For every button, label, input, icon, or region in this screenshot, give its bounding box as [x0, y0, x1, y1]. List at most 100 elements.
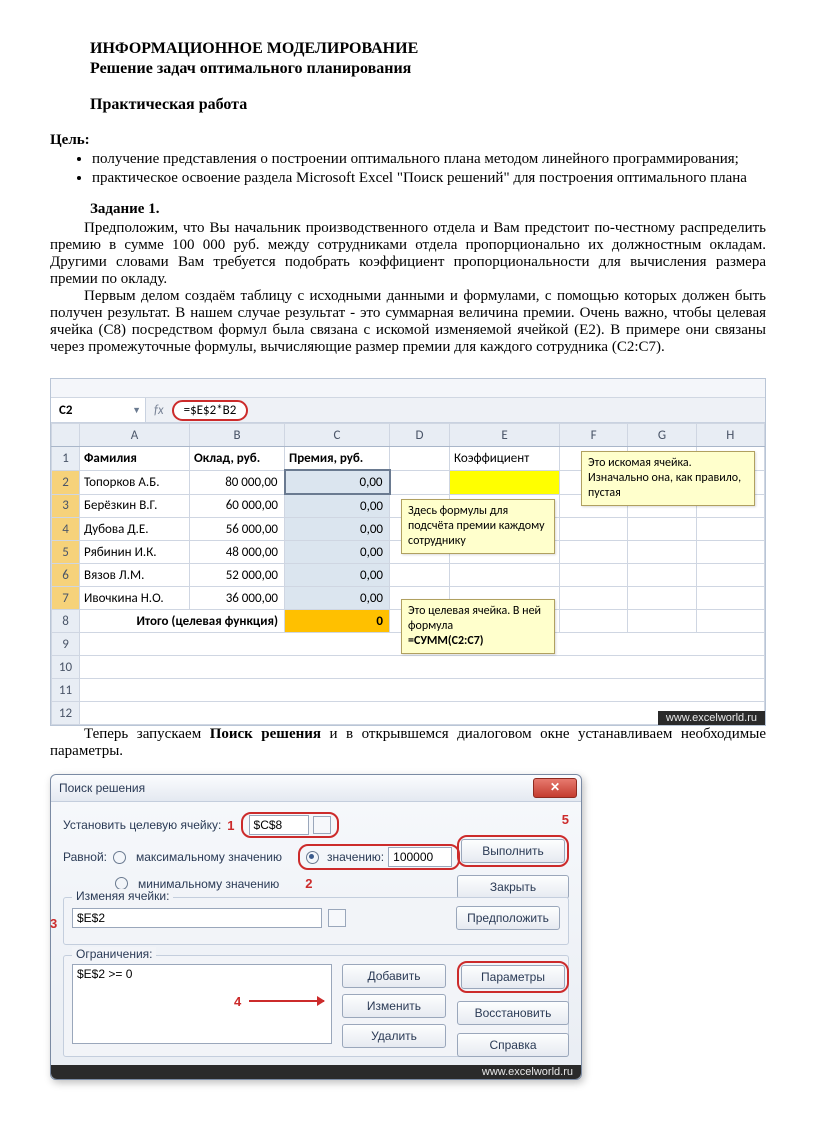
row-header[interactable]: 6 [52, 564, 80, 587]
guess-button[interactable]: Предположить [456, 906, 560, 930]
cell[interactable] [696, 587, 764, 610]
col-header[interactable]: D [390, 424, 450, 447]
corner-cell[interactable] [52, 424, 80, 447]
col-header[interactable]: H [696, 424, 764, 447]
cell[interactable] [560, 541, 628, 564]
callout-note: Это целевая ячейка. В ней формула =СУММ(… [401, 599, 555, 654]
row-header[interactable]: 7 [52, 587, 80, 610]
row-header[interactable]: 2 [52, 470, 80, 494]
name-box[interactable]: C2 ▼ [51, 398, 146, 422]
row-header[interactable]: 12 [52, 702, 80, 725]
cell[interactable]: 0,00 [285, 494, 390, 518]
cell[interactable]: 0,00 [285, 564, 390, 587]
cell[interactable] [560, 610, 628, 633]
cell[interactable] [628, 587, 696, 610]
col-header[interactable]: G [628, 424, 696, 447]
cell[interactable] [560, 564, 628, 587]
restore-button[interactable]: Восстановить [457, 1001, 569, 1025]
col-header[interactable]: B [190, 424, 285, 447]
cell[interactable] [80, 679, 765, 702]
cell[interactable]: 80 000,00 [190, 470, 285, 494]
cell[interactable] [560, 518, 628, 541]
row-header[interactable]: 10 [52, 656, 80, 679]
task-label: Задание 1. [90, 201, 766, 218]
cell[interactable] [450, 564, 560, 587]
cell[interactable] [696, 564, 764, 587]
params-button[interactable]: Параметры [461, 965, 565, 989]
cell[interactable] [80, 656, 765, 679]
cell[interactable]: Фамилия [80, 447, 190, 471]
callout-note: Здесь формулы для подсчёта премии каждом… [401, 499, 555, 554]
row-header[interactable]: 5 [52, 541, 80, 564]
dialog-titlebar[interactable]: Поиск решения ✕ [51, 775, 581, 802]
note-formula: =СУММ(C2:C7) [408, 634, 484, 648]
cell[interactable] [628, 541, 696, 564]
constraints-list[interactable]: $E$2 >= 0 [72, 964, 332, 1044]
add-button[interactable]: Добавить [342, 964, 446, 988]
col-header[interactable]: A [80, 424, 190, 447]
cell[interactable] [696, 518, 764, 541]
cell[interactable]: Вязов Л.М. [80, 564, 190, 587]
close-button-2[interactable]: Закрыть [457, 875, 569, 899]
opt-max-label: максимальному значению [136, 850, 282, 864]
cell[interactable] [628, 518, 696, 541]
formula-input[interactable]: =$E$2*B2 [172, 400, 249, 421]
col-header[interactable]: E [450, 424, 560, 447]
cell[interactable]: Рябинин И.К. [80, 541, 190, 564]
cell[interactable] [628, 564, 696, 587]
cell[interactable]: Премия, руб. [285, 447, 390, 471]
row-header[interactable]: 4 [52, 518, 80, 541]
cell[interactable]: Берёзкин В.Г. [80, 494, 190, 518]
constraint-item[interactable]: $E$2 >= 0 [77, 967, 327, 981]
cell[interactable] [390, 447, 450, 471]
coef-cell[interactable] [450, 470, 560, 494]
callout-number: 5 [562, 812, 569, 827]
edit-button[interactable]: Изменить [342, 994, 446, 1018]
cell[interactable]: 56 000,00 [190, 518, 285, 541]
cell[interactable] [560, 587, 628, 610]
changing-cells-input[interactable]: $E$2 [72, 908, 322, 928]
radio-value[interactable] [306, 851, 319, 864]
cell[interactable] [696, 610, 764, 633]
delete-button[interactable]: Удалить [342, 1024, 446, 1048]
cell[interactable]: Ивочкина Н.О. [80, 587, 190, 610]
row-header[interactable]: 3 [52, 494, 80, 518]
chevron-down-icon[interactable]: ▼ [132, 405, 141, 416]
cell[interactable] [696, 541, 764, 564]
target-label: Установить целевую ячейку: [63, 818, 221, 832]
paragraph: Теперь запускаем Поиск решения и в откры… [50, 726, 766, 760]
cell[interactable]: 0,00 [285, 518, 390, 541]
cell[interactable] [390, 564, 450, 587]
total-label[interactable]: Итого (целевая функция) [80, 610, 285, 633]
cell[interactable]: Дубова Д.Е. [80, 518, 190, 541]
row-header[interactable]: 11 [52, 679, 80, 702]
fx-icon[interactable]: fx [146, 403, 172, 418]
row-header[interactable]: 1 [52, 447, 80, 471]
cell[interactable] [628, 610, 696, 633]
cell[interactable]: 48 000,00 [190, 541, 285, 564]
cell[interactable]: 52 000,00 [190, 564, 285, 587]
value-input[interactable]: 100000 [388, 847, 452, 867]
row-header[interactable]: 8 [52, 610, 80, 633]
cell[interactable]: Оклад, руб. [190, 447, 285, 471]
cell[interactable]: Топорков А.Б. [80, 470, 190, 494]
help-button[interactable]: Справка [457, 1033, 569, 1057]
row-header[interactable]: 9 [52, 633, 80, 656]
arrow-icon [249, 1000, 324, 1002]
active-cell[interactable]: 0,00 [285, 470, 390, 494]
col-header[interactable]: F [560, 424, 628, 447]
close-button[interactable]: ✕ [533, 778, 577, 798]
target-cell[interactable]: 0 [285, 610, 390, 633]
range-picker-icon[interactable] [313, 816, 331, 834]
target-cell-input[interactable]: $C$8 [249, 815, 309, 835]
radio-max[interactable] [113, 851, 126, 864]
cell[interactable]: 0,00 [285, 541, 390, 564]
cell[interactable]: 36 000,00 [190, 587, 285, 610]
cell[interactable]: Коэффициент [450, 447, 560, 471]
cell[interactable]: 60 000,00 [190, 494, 285, 518]
cell[interactable]: 0,00 [285, 587, 390, 610]
cell[interactable] [390, 470, 450, 494]
run-button[interactable]: Выполнить [461, 839, 565, 863]
col-header[interactable]: C [285, 424, 390, 447]
range-picker-icon[interactable] [328, 909, 346, 927]
